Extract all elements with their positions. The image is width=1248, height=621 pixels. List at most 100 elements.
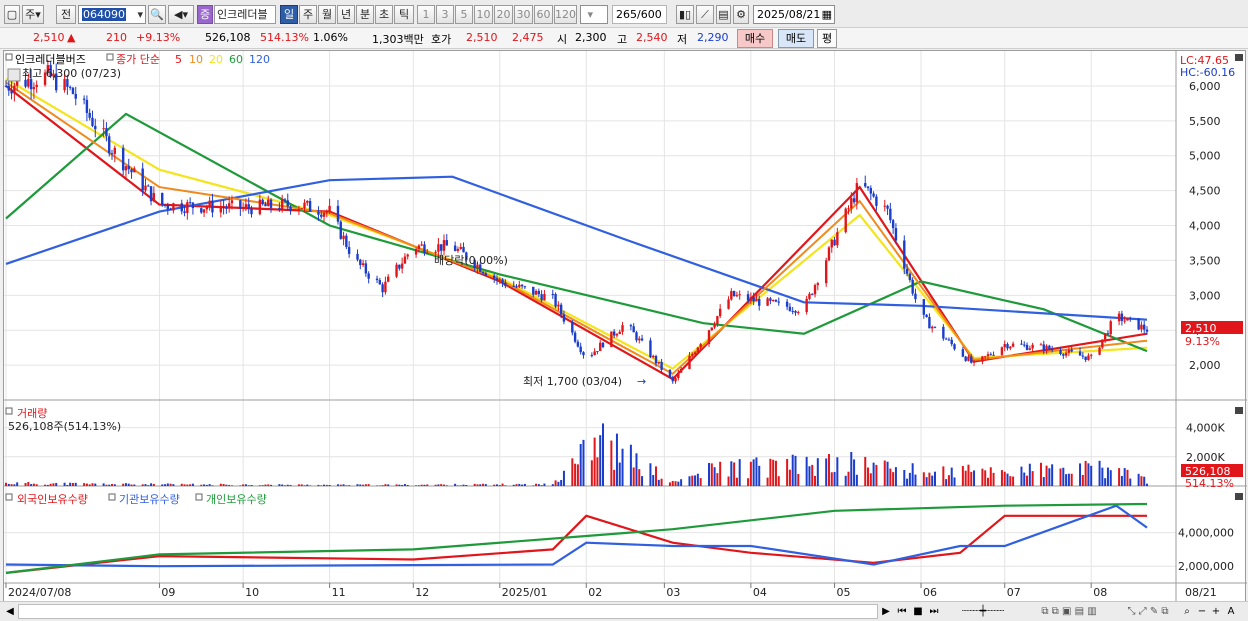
volume-bar bbox=[543, 483, 546, 486]
volume-pct-tag: 514.13% bbox=[1185, 477, 1234, 490]
ma-legend-60[interactable]: 60 bbox=[229, 53, 243, 66]
avg-button[interactable]: 평 bbox=[817, 29, 837, 48]
legend-foreign[interactable]: 외국인보유수량 bbox=[17, 493, 88, 506]
ma-legend-20[interactable]: 20 bbox=[209, 53, 223, 66]
volume-title[interactable]: 거래량 bbox=[17, 407, 47, 420]
candle-body bbox=[124, 166, 128, 171]
last-page-icon[interactable]: ⏭ bbox=[927, 604, 941, 619]
scroll-left-icon[interactable]: ◀ bbox=[4, 604, 16, 619]
layout-icon[interactable]: ▢ bbox=[4, 5, 20, 24]
calculator-icon[interactable] bbox=[7, 68, 21, 82]
speaker-icon[interactable]: ◀▾ bbox=[168, 5, 194, 24]
close-icon[interactable] bbox=[1235, 407, 1243, 414]
chart-area[interactable]: 6,0005,5005,0004,5004,0003,5003,0002,500… bbox=[3, 50, 1247, 603]
first-page-icon[interactable]: ⏮ bbox=[895, 604, 909, 619]
count-120[interactable]: 120 bbox=[554, 5, 577, 24]
ma-legend[interactable]: 종가 단순 bbox=[116, 53, 160, 66]
scroll-right-icon[interactable]: ▶ bbox=[880, 604, 892, 619]
market-select[interactable]: 주▾ bbox=[22, 5, 44, 24]
stop-icon[interactable]: ■ bbox=[911, 604, 925, 619]
period-tick[interactable]: 틱 bbox=[394, 5, 414, 24]
volume-bar bbox=[339, 484, 342, 486]
chart-canvas[interactable]: 6,0005,5005,0004,5004,0003,5003,0002,500… bbox=[4, 51, 1247, 603]
ma-legend-5[interactable]: 5 bbox=[175, 53, 182, 66]
volume-bar bbox=[788, 469, 791, 486]
count-3[interactable]: 3 bbox=[436, 5, 454, 24]
candle-body bbox=[442, 240, 446, 251]
volume-bar bbox=[551, 484, 554, 486]
candle-body bbox=[414, 248, 418, 255]
date-field[interactable]: 2025/08/21 ▦ bbox=[753, 5, 835, 24]
legend-institution[interactable]: 기관보유수량 bbox=[119, 493, 180, 506]
candle-body bbox=[403, 256, 407, 264]
plus-icon[interactable]: + bbox=[1210, 604, 1222, 619]
volume-bar bbox=[777, 476, 780, 486]
candle-body bbox=[562, 314, 566, 322]
candle-body bbox=[953, 344, 956, 350]
stock-code-input[interactable]: 064090 ▾ bbox=[78, 5, 146, 24]
zoom-icon[interactable]: ⌕ bbox=[1180, 604, 1194, 619]
candle-body bbox=[914, 293, 917, 300]
calendar-icon[interactable]: ▦ bbox=[822, 6, 832, 23]
count-5[interactable]: 5 bbox=[455, 5, 473, 24]
search-icon[interactable]: 🔍 bbox=[148, 5, 166, 24]
volume-bar bbox=[71, 482, 74, 486]
volume-bar bbox=[755, 457, 758, 486]
candle-body bbox=[752, 297, 755, 302]
period-month[interactable]: 월 bbox=[318, 5, 336, 24]
count-1[interactable]: 1 bbox=[417, 5, 435, 24]
volume-bar bbox=[1070, 473, 1073, 486]
candle-body bbox=[543, 293, 546, 301]
gear-icon[interactable]: ⚙ bbox=[733, 5, 749, 24]
period-minute[interactable]: 분 bbox=[356, 5, 374, 24]
volume-bar bbox=[886, 461, 889, 486]
view-tools-icon[interactable]: ⧉ ⧉ ▣ ▤ ▥ bbox=[1024, 604, 1114, 619]
buy-button[interactable]: 매수 bbox=[737, 29, 773, 48]
volume-bar bbox=[258, 485, 261, 486]
close-icon[interactable] bbox=[1235, 493, 1243, 500]
volume-bar bbox=[1140, 476, 1143, 486]
candle-body bbox=[172, 203, 175, 211]
custom-count-select[interactable]: ▾ bbox=[580, 5, 608, 24]
period-year[interactable]: 년 bbox=[337, 5, 355, 24]
count-10[interactable]: 10 bbox=[474, 5, 493, 24]
ma-line-60 bbox=[5, 112, 1148, 353]
period-week[interactable]: 주 bbox=[299, 5, 317, 24]
range-field[interactable]: 265/600 bbox=[612, 5, 667, 24]
ma-legend-10[interactable]: 10 bbox=[189, 53, 203, 66]
stock-name-field[interactable]: 인크레더블 bbox=[214, 5, 276, 24]
candle-body bbox=[576, 341, 580, 347]
volume-bar bbox=[883, 460, 886, 486]
zoom-slider[interactable]: ┈┈┈┿┈┈┈ bbox=[948, 604, 1018, 619]
prev-button[interactable]: 전 bbox=[56, 5, 76, 24]
candle-type-icon[interactable]: ▮▯ bbox=[676, 5, 694, 24]
volume-bar bbox=[733, 462, 736, 486]
stock-legend[interactable]: 인크레더블버즈 bbox=[15, 53, 86, 66]
period-second[interactable]: 초 bbox=[375, 5, 393, 24]
minus-icon[interactable]: − bbox=[1196, 604, 1208, 619]
count-60[interactable]: 60 bbox=[534, 5, 553, 24]
volume-bar bbox=[1081, 474, 1084, 486]
change-pct: +9.13% bbox=[136, 31, 181, 44]
volume-bar bbox=[599, 435, 602, 486]
chevron-down-icon[interactable]: ▾ bbox=[137, 6, 143, 23]
sell-button[interactable]: 매도 bbox=[778, 29, 814, 48]
draw-tool-icon[interactable]: ⟋ bbox=[696, 5, 714, 24]
volume-bar bbox=[83, 483, 86, 486]
save-icon[interactable]: ▤ bbox=[716, 5, 731, 24]
close-icon[interactable] bbox=[1235, 54, 1243, 61]
draw-tools-icon[interactable]: ⤡ ⤢ ✎ ⧉ bbox=[1116, 604, 1180, 619]
period-day[interactable]: 일 bbox=[280, 5, 298, 24]
candle-body bbox=[63, 79, 66, 91]
candle-body bbox=[1009, 346, 1012, 349]
legend-individual[interactable]: 개인보유수량 bbox=[206, 493, 267, 506]
count-30[interactable]: 30 bbox=[514, 5, 533, 24]
ma-legend-120[interactable]: 120 bbox=[249, 53, 270, 66]
candle-body bbox=[280, 199, 284, 210]
volume-bar bbox=[774, 460, 777, 486]
font-size-icon[interactable]: A bbox=[1224, 604, 1238, 619]
horizontal-scrollbar[interactable] bbox=[18, 604, 878, 619]
candle-body bbox=[699, 344, 702, 348]
candle-body bbox=[534, 290, 538, 295]
count-20[interactable]: 20 bbox=[494, 5, 513, 24]
